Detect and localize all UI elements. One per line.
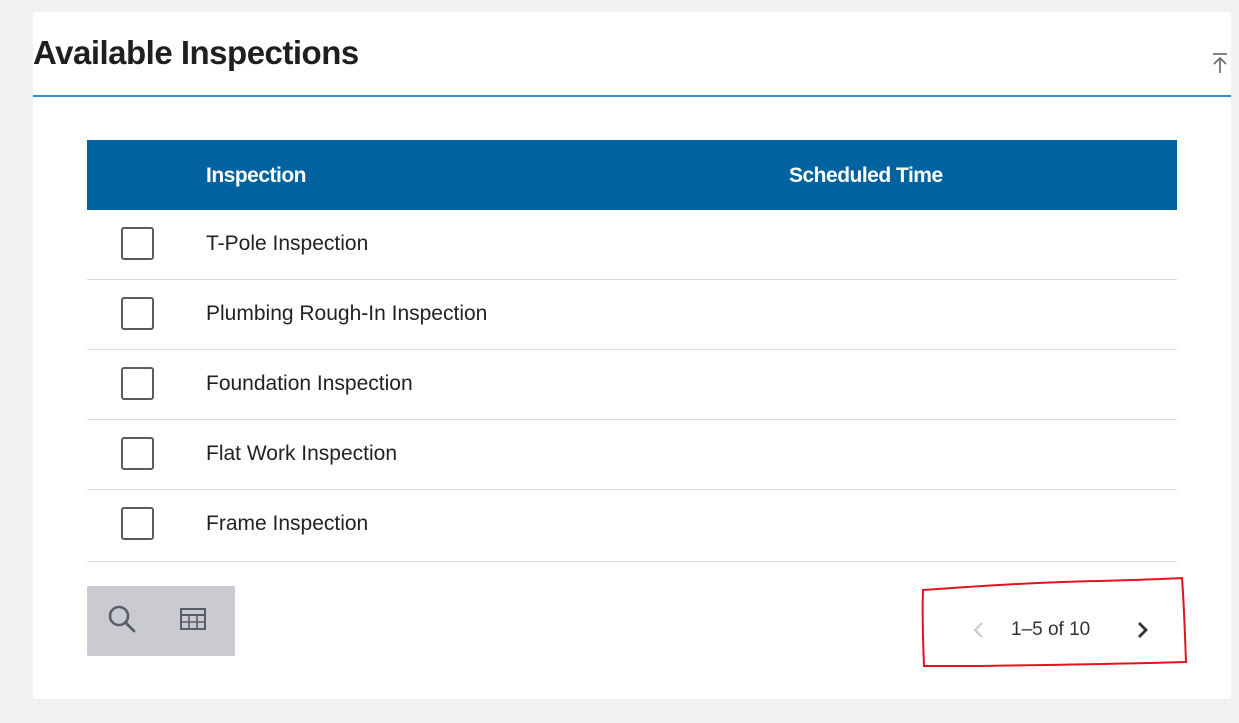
pagination: 1–5 of 10 bbox=[963, 610, 1163, 650]
row-checkbox[interactable] bbox=[121, 367, 154, 400]
search-icon[interactable] bbox=[103, 600, 143, 640]
table-row: Frame Inspection bbox=[87, 490, 1177, 562]
row-checkbox[interactable] bbox=[121, 297, 154, 330]
table-header: Inspection Scheduled Time bbox=[87, 140, 1177, 210]
inspection-name: Frame Inspection bbox=[206, 512, 369, 535]
collapse-to-top-icon[interactable] bbox=[1210, 52, 1230, 74]
row-checkbox[interactable] bbox=[121, 507, 154, 540]
view-column-icon[interactable] bbox=[175, 600, 215, 640]
inspection-name: Plumbing Rough-In Inspection bbox=[206, 302, 488, 325]
inspection-name: Flat Work Inspection bbox=[206, 442, 398, 465]
panel-title: Available Inspections bbox=[33, 34, 359, 71]
table-toolbar bbox=[87, 586, 235, 656]
table-row: Foundation Inspection bbox=[87, 350, 1177, 420]
row-checkbox[interactable] bbox=[121, 227, 154, 260]
inspection-name: T-Pole Inspection bbox=[206, 232, 369, 255]
table-row: Plumbing Rough-In Inspection bbox=[87, 280, 1177, 350]
table-row: Flat Work Inspection bbox=[87, 420, 1177, 490]
inspections-table: Inspection Scheduled Time T-Pole Inspect… bbox=[87, 140, 1177, 562]
inspection-name: Foundation Inspection bbox=[206, 372, 413, 395]
column-header-inspection[interactable]: Inspection bbox=[206, 164, 307, 188]
chevron-right-icon[interactable] bbox=[1133, 618, 1153, 642]
panel-header: Available Inspections bbox=[33, 12, 1231, 97]
pagination-range: 1–5 of 10 bbox=[1011, 619, 1091, 640]
available-inspections-panel: Available Inspections Inspection Schedul… bbox=[33, 12, 1231, 699]
column-header-scheduled-time[interactable]: Scheduled Time bbox=[789, 164, 943, 188]
row-checkbox[interactable] bbox=[121, 437, 154, 470]
table-row: T-Pole Inspection bbox=[87, 210, 1177, 280]
chevron-left-icon[interactable] bbox=[969, 618, 989, 642]
